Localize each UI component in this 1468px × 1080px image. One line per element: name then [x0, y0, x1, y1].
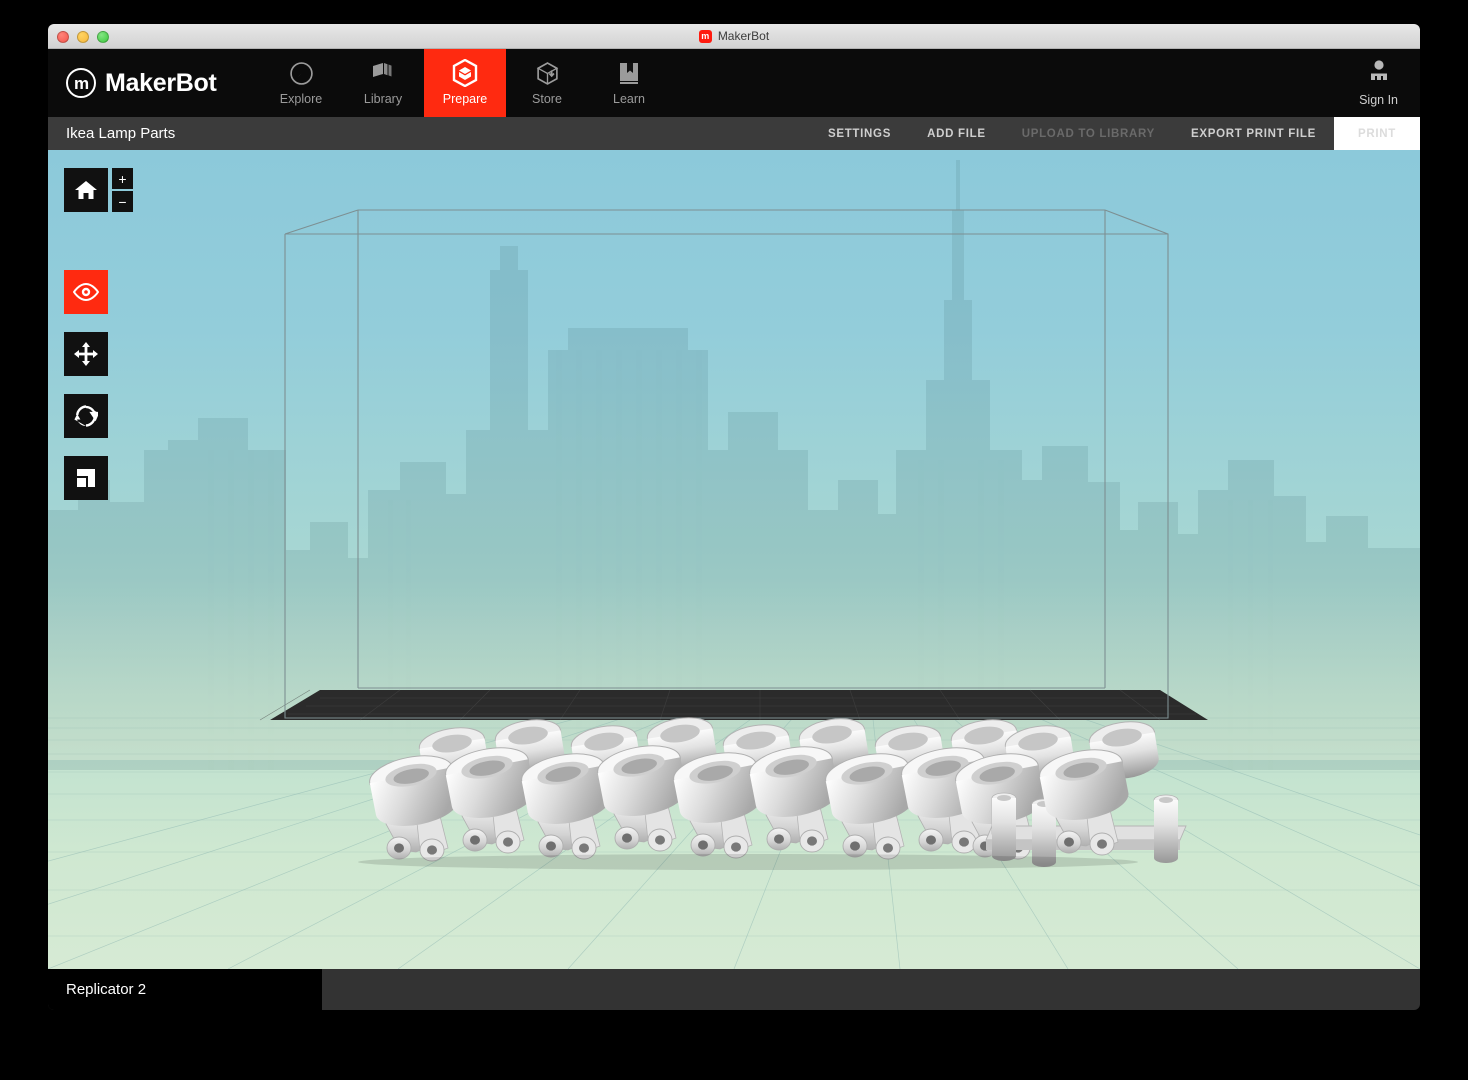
box-download-icon	[535, 60, 560, 86]
nav-item-store[interactable]: Store	[506, 49, 588, 117]
model-objects[interactable]	[48, 150, 1420, 969]
hexagon-cube-icon	[452, 59, 478, 87]
home-view-button[interactable]	[64, 168, 108, 212]
settings-button[interactable]: SETTINGS	[810, 117, 909, 150]
app-window: m MakerBot m MakerBot Explore Library Pr…	[48, 24, 1420, 1010]
zoom-controls: + −	[112, 168, 133, 212]
status-bar: Replicator 2	[48, 969, 1420, 1010]
stacked-sheets-icon	[370, 60, 396, 86]
view-tool-button[interactable]	[64, 270, 108, 314]
window-title: MakerBot	[717, 29, 770, 43]
build-plate	[259, 689, 1208, 721]
view-navigation-cluster: + −	[64, 168, 144, 212]
action-buttons: SETTINGS ADD FILE UPLOAD TO LIBRARY EXPO…	[810, 117, 1420, 150]
nyc-skyline-backdrop	[48, 160, 1420, 770]
rotate-tool-button[interactable]	[64, 394, 108, 438]
book-bookmark-icon	[617, 60, 641, 86]
person-icon	[1366, 59, 1392, 88]
scale-tool-button[interactable]	[64, 456, 108, 500]
window-titlebar: m MakerBot	[48, 24, 1420, 49]
ground-perspective-grid	[48, 709, 1420, 969]
viewport-toolbar: + −	[64, 168, 144, 500]
build-plate-viewport[interactable]: + −	[48, 150, 1420, 969]
sign-in-button[interactable]: Sign In	[1359, 49, 1398, 117]
project-action-bar: Ikea Lamp Parts SETTINGS ADD FILE UPLOAD…	[48, 117, 1420, 150]
zoom-in-button[interactable]: +	[112, 168, 133, 189]
printer-name-label: Replicator 2	[48, 969, 322, 1010]
add-file-button[interactable]: ADD FILE	[909, 117, 1004, 150]
makerbot-m-icon: m	[698, 29, 712, 43]
nav-label-library: Library	[363, 92, 403, 106]
print-button[interactable]: PRINT	[1334, 117, 1420, 150]
sign-in-label: Sign In	[1359, 93, 1398, 107]
scale-squares-icon	[77, 469, 95, 487]
page-title: Ikea Lamp Parts	[66, 125, 176, 142]
build-volume-wireframe	[284, 209, 1169, 719]
rotate-arrows-icon	[74, 405, 98, 427]
maximize-window-button[interactable]	[97, 30, 109, 43]
window-controls	[57, 24, 109, 49]
nav-label-learn: Learn	[613, 92, 645, 106]
move-tool-button[interactable]	[64, 332, 108, 376]
makerbot-circle-m-logo: m	[66, 68, 96, 98]
nav-item-library[interactable]: Library	[342, 49, 424, 117]
move-arrows-icon	[74, 342, 98, 366]
eye-icon	[73, 283, 99, 301]
nav-item-prepare[interactable]: Prepare	[424, 49, 506, 117]
nav-label-explore: Explore	[279, 92, 323, 106]
status-bar-right-region	[322, 969, 1420, 1010]
close-window-button[interactable]	[57, 30, 69, 43]
main-navigation-bar: m MakerBot Explore Library Prepare Store…	[48, 49, 1420, 117]
export-print-file-button[interactable]: EXPORT PRINT FILE	[1173, 117, 1334, 150]
nav-label-prepare: Prepare	[442, 92, 488, 106]
compass-icon	[289, 60, 314, 86]
nav-item-explore[interactable]: Explore	[260, 49, 342, 117]
upload-to-library-button[interactable]: UPLOAD TO LIBRARY	[1004, 117, 1173, 150]
nav-item-learn[interactable]: Learn	[588, 49, 670, 117]
window-title-group: m MakerBot	[698, 29, 770, 43]
minimize-window-button[interactable]	[77, 30, 89, 43]
zoom-out-button[interactable]: −	[112, 191, 133, 212]
horizon-haze	[48, 580, 1420, 760]
makerbot-logo[interactable]: m MakerBot	[48, 49, 260, 117]
makerbot-wordmark: MakerBot	[105, 68, 217, 97]
nav-items: Explore Library Prepare Store Learn	[260, 49, 670, 117]
nav-label-store: Store	[532, 92, 562, 106]
home-icon	[75, 181, 97, 199]
